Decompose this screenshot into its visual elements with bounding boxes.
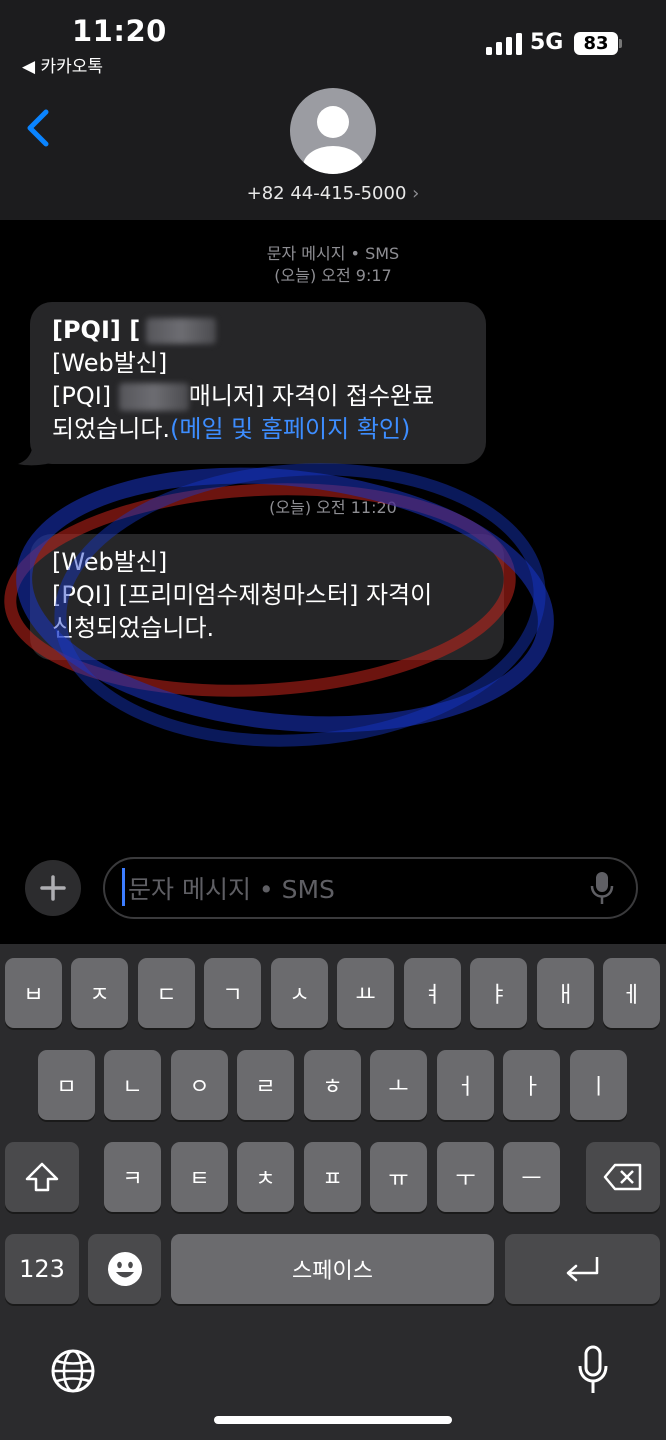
key[interactable]: ㅔ bbox=[603, 958, 660, 1028]
emoji-icon bbox=[107, 1252, 142, 1286]
shift-icon bbox=[25, 1162, 59, 1192]
key[interactable]: ㅕ bbox=[404, 958, 461, 1028]
key[interactable]: ㅁ bbox=[38, 1050, 95, 1120]
shift-key[interactable] bbox=[5, 1142, 79, 1212]
text-caret bbox=[122, 868, 125, 906]
message-bubble[interactable]: [PQI] [ [Web발신] [PQI] 매니저] 자격이 접수완료 되었습니… bbox=[30, 302, 486, 464]
message-bubble[interactable]: [Web발신] [PQI] [프리미엄수제청마스터] 자격이 신청되었습니다. bbox=[30, 534, 504, 660]
message-type-label: 문자 메시지 • SMS bbox=[266, 244, 400, 263]
message-line: [PQI] [프리미엄수제청마스터] 자격이 bbox=[52, 581, 433, 609]
status-time: 11:20 bbox=[72, 14, 167, 48]
key[interactable]: ㅡ bbox=[503, 1142, 560, 1212]
key[interactable]: ㅣ bbox=[570, 1050, 627, 1120]
globe-icon[interactable] bbox=[50, 1348, 96, 1394]
contact-avatar[interactable] bbox=[290, 88, 376, 174]
space-key[interactable]: 스페이스 bbox=[171, 1234, 494, 1304]
backspace-icon bbox=[603, 1163, 642, 1191]
key[interactable]: ㅅ bbox=[271, 958, 328, 1028]
message-line: 신청되었습니다. bbox=[52, 614, 215, 642]
message-line: [PQI] [ bbox=[52, 314, 464, 347]
message-line: [PQI] 매니저] 자격이 접수완료 bbox=[52, 382, 435, 411]
message-link[interactable]: (메일 및 홈페이지 확인) bbox=[170, 415, 410, 443]
key[interactable]: ㅊ bbox=[237, 1142, 294, 1212]
key[interactable]: ㄹ bbox=[237, 1050, 294, 1120]
redacted-text bbox=[118, 383, 189, 411]
key[interactable]: ㅛ bbox=[337, 958, 394, 1028]
dictation-mic-icon[interactable] bbox=[588, 870, 616, 906]
return-key[interactable] bbox=[505, 1234, 660, 1304]
message-timestamp: (오늘) 오전 11:20 bbox=[269, 498, 397, 517]
back-to-app-link[interactable]: ◀ 카카오톡 bbox=[22, 52, 103, 77]
chevron-right-icon: › bbox=[412, 183, 420, 204]
numbers-key[interactable]: 123 bbox=[5, 1234, 79, 1304]
plus-icon bbox=[40, 875, 66, 901]
home-indicator[interactable] bbox=[214, 1416, 452, 1424]
emoji-key[interactable] bbox=[88, 1234, 161, 1304]
key[interactable]: ㅏ bbox=[503, 1050, 560, 1120]
message-line: [Web발신] bbox=[52, 548, 168, 576]
key[interactable]: ㅜ bbox=[437, 1142, 494, 1212]
battery-tip bbox=[619, 39, 622, 48]
key[interactable]: ㅍ bbox=[304, 1142, 361, 1212]
key[interactable]: ㅇ bbox=[171, 1050, 228, 1120]
cellular-signal-icon bbox=[486, 33, 522, 55]
return-icon bbox=[566, 1257, 598, 1282]
key[interactable]: ㅑ bbox=[470, 958, 527, 1028]
person-icon bbox=[303, 106, 363, 174]
key[interactable]: ㅗ bbox=[370, 1050, 427, 1120]
key[interactable]: ㄷ bbox=[138, 958, 195, 1028]
key[interactable]: ㅠ bbox=[370, 1142, 427, 1212]
key[interactable]: ㅐ bbox=[537, 958, 594, 1028]
key[interactable]: ㅋ bbox=[104, 1142, 161, 1212]
delete-key[interactable] bbox=[586, 1142, 660, 1212]
contact-number[interactable]: +82 44-415-5000 › bbox=[0, 183, 666, 204]
dictation-mic-icon[interactable] bbox=[576, 1344, 610, 1396]
key[interactable]: ㅓ bbox=[437, 1050, 494, 1120]
key[interactable]: ㅈ bbox=[71, 958, 128, 1028]
back-chevron-icon[interactable] bbox=[24, 108, 54, 148]
redacted-text bbox=[146, 318, 217, 344]
message-line: 되었습니다.(메일 및 홈페이지 확인) bbox=[52, 415, 411, 443]
network-type: 5G bbox=[530, 30, 564, 55]
key[interactable]: ㅂ bbox=[5, 958, 62, 1028]
key[interactable]: ㅌ bbox=[171, 1142, 228, 1212]
contact-phone: +82 44-415-5000 bbox=[246, 183, 407, 204]
key[interactable]: ㅎ bbox=[304, 1050, 361, 1120]
key[interactable]: ㄱ bbox=[204, 958, 261, 1028]
add-attachment-button[interactable] bbox=[25, 860, 81, 916]
message-placeholder: 문자 메시지 • SMS bbox=[128, 875, 335, 904]
key[interactable]: ㄴ bbox=[104, 1050, 161, 1120]
message-timestamp: (오늘) 오전 9:17 bbox=[274, 266, 392, 285]
battery-icon: 83 bbox=[574, 32, 618, 55]
message-line: [Web발신] bbox=[52, 349, 168, 377]
